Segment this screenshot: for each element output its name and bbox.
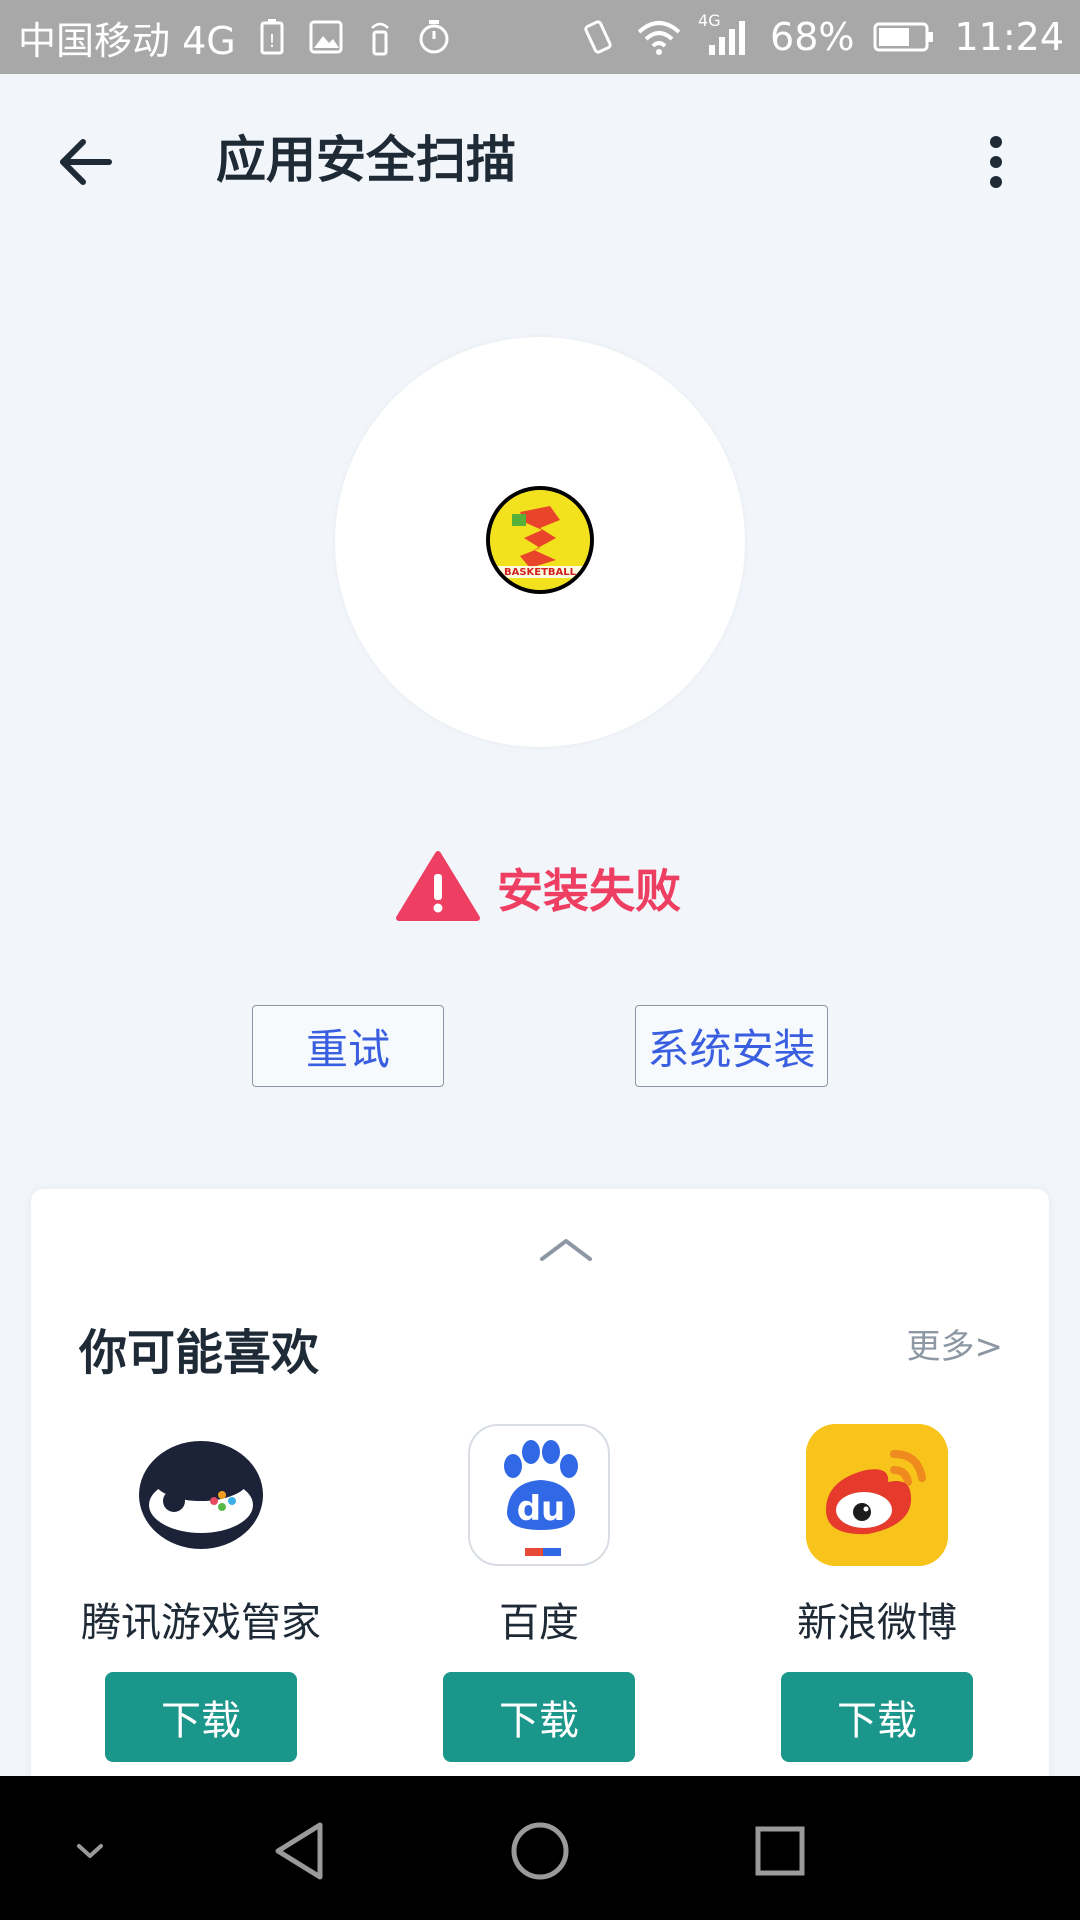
svg-text:du: du bbox=[517, 1489, 566, 1529]
app-name: 百度 bbox=[499, 1600, 579, 1646]
nav-recents-icon[interactable] bbox=[745, 1816, 815, 1886]
status-bar-left: 中国移动 4G ! bbox=[18, 10, 452, 65]
app-logo-text: BASKETBALL bbox=[503, 567, 577, 578]
install-status: 安装失败 bbox=[395, 848, 681, 928]
baidu-icon[interactable]: du bbox=[468, 1424, 610, 1566]
chevron-up-icon[interactable] bbox=[536, 1227, 596, 1267]
app-item-baidu: du 百度 下载 bbox=[429, 1424, 649, 1762]
tencent-game-icon[interactable] bbox=[130, 1424, 272, 1566]
download-button[interactable]: 下载 bbox=[105, 1672, 297, 1762]
cell-signal-icon: 4G bbox=[698, 11, 752, 57]
more-link[interactable]: 更多> bbox=[907, 1319, 1004, 1368]
svg-text:!: ! bbox=[268, 31, 275, 52]
basketball-app-icon: BASKETBALL bbox=[490, 490, 590, 590]
system-nav-bar bbox=[0, 1776, 1080, 1920]
nav-home-icon[interactable] bbox=[505, 1816, 575, 1886]
back-button[interactable] bbox=[50, 129, 120, 199]
app-name: 腾讯游戏管家 bbox=[81, 1600, 321, 1646]
chevron-down-icon[interactable] bbox=[55, 1816, 125, 1886]
download-button[interactable]: 下载 bbox=[781, 1672, 973, 1762]
timer-icon bbox=[416, 17, 452, 57]
system-install-button[interactable]: 系统安装 bbox=[635, 1005, 828, 1087]
download-button[interactable]: 下载 bbox=[443, 1672, 635, 1762]
signal-tower-icon bbox=[362, 17, 398, 57]
page-title: 应用安全扫描 bbox=[216, 131, 516, 189]
more-vertical-icon bbox=[988, 134, 1004, 194]
recommend-title: 你可能喜欢 bbox=[79, 1325, 320, 1381]
arrow-left-icon bbox=[57, 137, 113, 191]
network-badge: 4G bbox=[698, 11, 721, 30]
battery-percent: 68% bbox=[770, 15, 855, 59]
nav-back-icon[interactable] bbox=[265, 1816, 335, 1886]
retry-button[interactable]: 重试 bbox=[252, 1005, 444, 1087]
wifi-icon bbox=[634, 17, 684, 57]
app-header: 应用安全扫描 bbox=[0, 74, 1080, 244]
battery-icon bbox=[872, 17, 936, 57]
app-item-tencent: 腾讯游戏管家 下载 bbox=[81, 1424, 321, 1762]
status-bar: 中国移动 4G ! 4G 68% 11:24 bbox=[0, 0, 1080, 74]
status-bar-right: 4G 68% 11:24 bbox=[580, 11, 1064, 59]
status-text: 安装失败 bbox=[497, 864, 681, 918]
more-menu-button[interactable] bbox=[968, 126, 1024, 202]
battery-warning-icon: ! bbox=[254, 17, 290, 57]
clock: 11:24 bbox=[954, 15, 1064, 59]
app-logo: BASKETBALL bbox=[486, 486, 594, 594]
warning-triangle-icon bbox=[395, 850, 481, 926]
weibo-icon[interactable] bbox=[806, 1424, 948, 1566]
app-name: 新浪微博 bbox=[797, 1600, 957, 1646]
vibrate-icon bbox=[580, 17, 616, 57]
app-item-weibo: 新浪微博 下载 bbox=[767, 1424, 987, 1762]
carrier-label: 中国移动 4G bbox=[18, 18, 236, 63]
image-icon bbox=[308, 17, 344, 57]
